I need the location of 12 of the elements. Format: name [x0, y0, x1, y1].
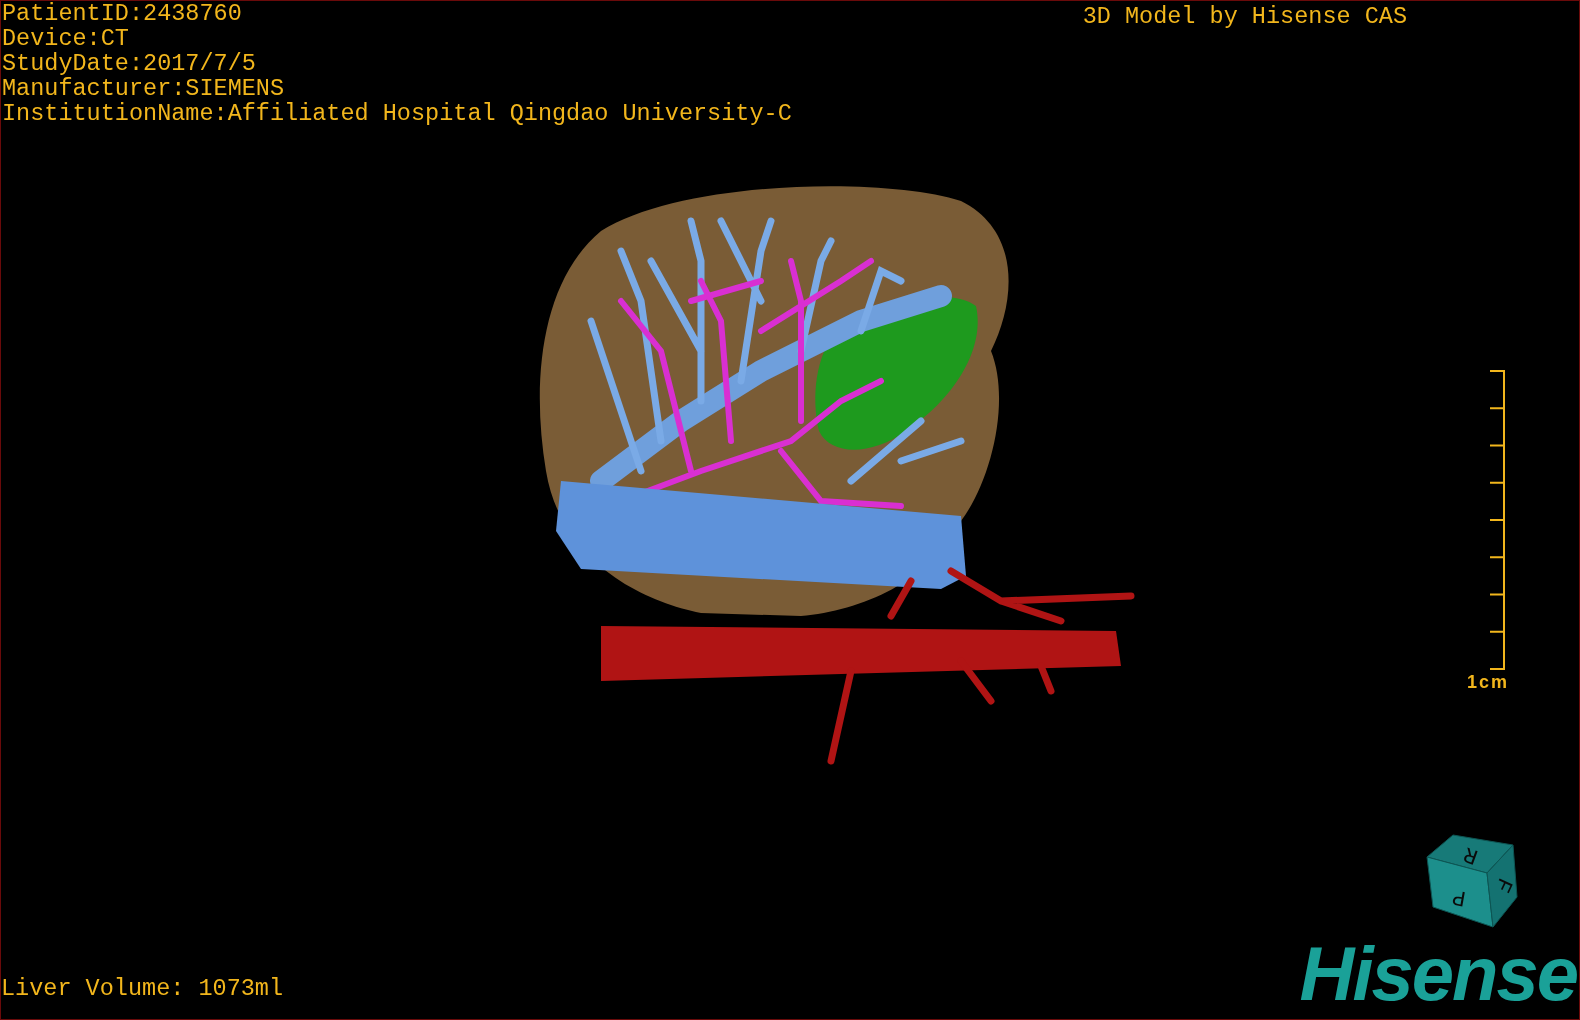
patient-info-text: Manufacturer:SIEMENS	[2, 76, 286, 101]
patient-info-text: StudyDate:2017/7/5	[2, 51, 257, 76]
cube-face-letter: P	[1450, 883, 1468, 911]
cube-face-letter: R	[1460, 840, 1482, 869]
liver-volume-text: Liver Volume: 1073ml	[1, 976, 285, 1004]
scale-label: 1cm	[1466, 672, 1509, 693]
patient-info-text: Device:CT	[2, 26, 130, 51]
patient-info-text: PatientID:2438760	[2, 1, 243, 26]
brand-logo: Hisense	[1299, 935, 1577, 1013]
cube-face-letter: F	[1488, 873, 1517, 897]
viewer-title: 3D Model by Hisense CAS	[1082, 2, 1408, 32]
patient-info-text: InstitutionName:Affiliated Hospital Qingdao University-C	[2, 101, 793, 126]
